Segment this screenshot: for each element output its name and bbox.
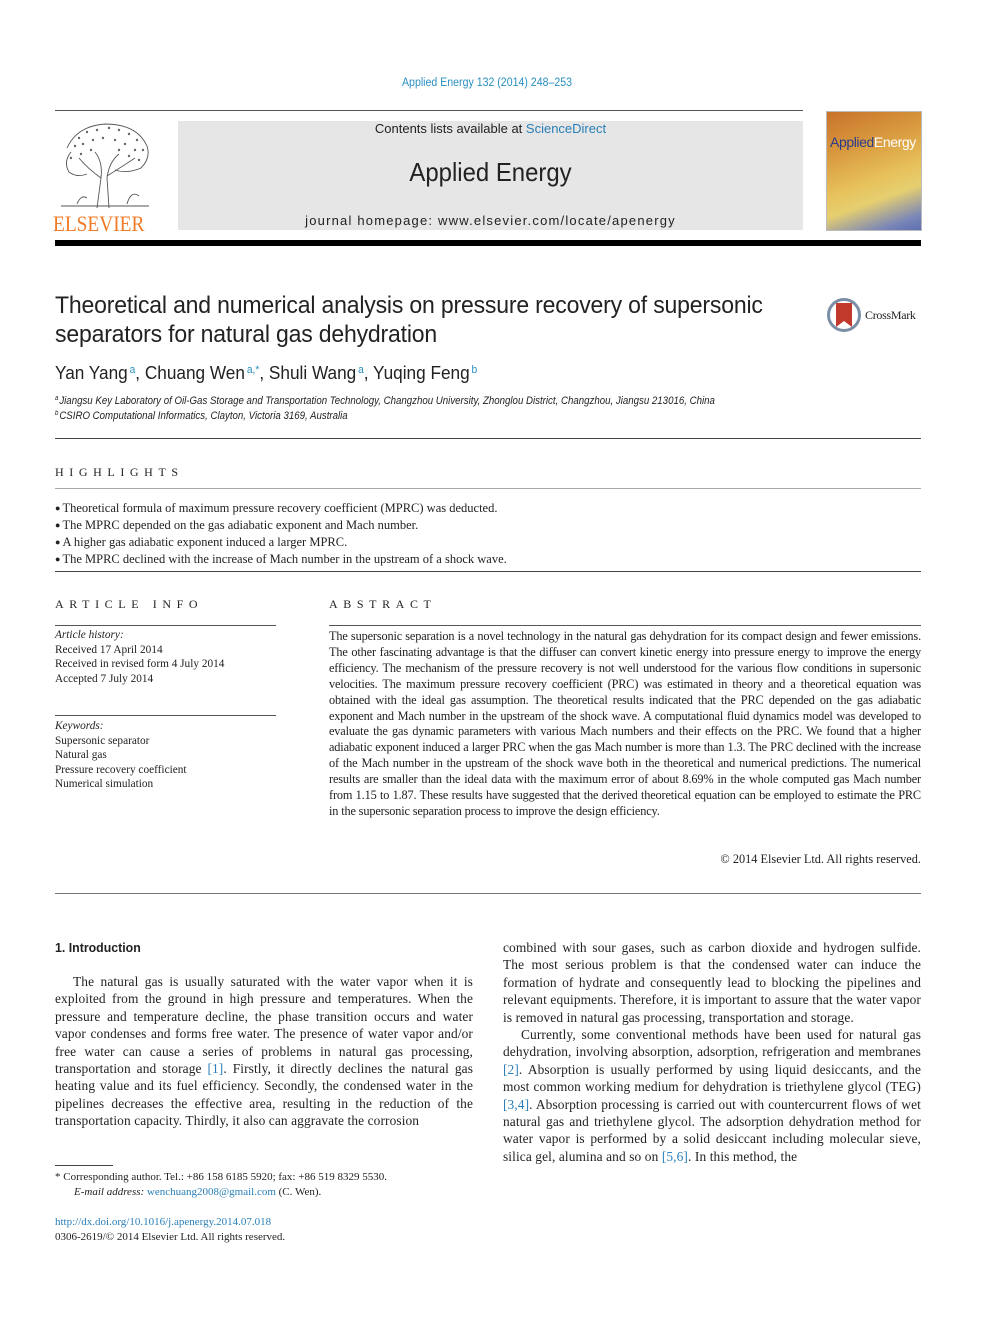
header-top-rule [55,110,803,111]
author-name[interactable]: Yan Yang [55,362,128,383]
sciencedirect-link[interactable]: ScienceDirect [526,121,606,136]
bullet-icon: ● [55,554,61,564]
highlight-item: ● The MPRC declined with the increase of … [55,552,507,566]
crossmark-label: CrossMark [865,308,916,322]
email-note: E-mail address: wenchuang2008@gmail.com … [74,1186,322,1198]
highlight-item: ● A higher gas adiabatic exponent induced… [55,535,348,549]
journal-cover-image: AppliedEnergy [826,111,922,231]
journal-title: Applied Energy [409,157,572,187]
contents-availability: Contents lists available at ScienceDirec… [178,121,803,136]
divider [55,625,276,626]
body-column-right: combined with sour gases, such as carbon… [503,939,921,1165]
author-affil-marker[interactable]: b [472,364,478,376]
author-affil-marker[interactable]: a,* [247,364,260,376]
affiliation-b: bCSIRO Computational Informatics, Clayto… [55,410,348,422]
author-name[interactable]: Chuang Wen [145,362,245,383]
abstract-copyright: © 2014 Elsevier Ltd. All rights reserved… [720,852,921,866]
author-affil-marker[interactable]: a [130,364,136,376]
cover-title: AppliedEnergy [830,134,916,150]
abstract-heading: ABSTRACT [329,597,437,611]
article-history-label: Article history: [55,629,124,641]
author-list: Yan Yang a, Chuang Wen a,*, Shuli Wang a, Y… [55,362,478,383]
keywords-label: Keywords: [55,720,104,732]
affiliation-a: aJiangsu Key Laboratory of Oil-Gas Stora… [55,395,715,407]
highlights-list: ● Theoretical formula of maximum pressure… [55,500,507,568]
keyword-item: Pressure recovery coefficient [55,763,187,776]
keyword-item: Supersonic separator [55,734,150,747]
history-entry: Accepted 7 July 2014 [55,672,154,685]
elsevier-wordmark: ELSEVIER [53,211,145,236]
issn-copyright: 0306-2619/© 2014 Elsevier Ltd. All right… [55,1231,286,1243]
author-name[interactable]: Yuqing Feng [373,362,470,383]
journal-masthead: Contents lists available at ScienceDirec… [178,121,803,230]
journal-homepage-link[interactable]: journal homepage: www.elsevier.com/locat… [178,213,803,228]
elsevier-logo: ELSEVIER [53,118,155,236]
crossmark-icon [827,298,861,332]
citation-link[interactable]: [1] [207,1061,223,1076]
keyword-item: Numerical simulation [55,778,154,790]
highlights-heading: HIGHLIGHTS [55,465,184,479]
divider [55,488,921,489]
divider [55,438,921,439]
article-title: Theoretical and numerical analysis on pr… [55,292,763,348]
bullet-icon: ● [55,503,61,513]
highlight-item: ● Theoretical formula of maximum pressure… [55,501,498,515]
history-entry: Received in revised form 4 July 2014 [55,658,225,670]
article-info-heading: ARTICLE INFO [55,597,204,611]
elsevier-tree-icon [61,123,149,209]
paragraph: Currently, some conventional methods hav… [503,1027,921,1164]
corresponding-author-note: * Corresponding author. Tel.: +86 158 61… [55,1171,387,1183]
bullet-icon: ● [55,537,61,547]
paragraph: The natural gas is usually saturated wit… [55,974,473,1129]
divider [55,715,276,716]
author-name[interactable]: Shuli Wang [269,362,356,383]
footnote-rule [55,1165,113,1166]
citation-link[interactable]: [3,4] [503,1097,529,1112]
paragraph: combined with sour gases, such as carbon… [503,940,921,1025]
bullet-icon: ● [55,520,61,530]
keyword-item: Natural gas [55,749,107,761]
divider [55,571,921,572]
highlight-item: ● The MPRC depended on the gas adiabatic … [55,518,419,532]
crossmark-button[interactable]: CrossMark [827,297,927,333]
doi-link[interactable]: http://dx.doi.org/10.1016/j.apenergy.201… [55,1216,271,1228]
divider [55,893,921,894]
journal-reference-link[interactable]: Applied Energy 132 (2014) 248–253 [39,77,935,89]
body-column-left: The natural gas is usually saturated wit… [55,973,473,1130]
section-heading-introduction: 1. Introduction [55,940,141,955]
contents-prefix: Contents lists available at [374,121,526,136]
header-thick-rule [55,240,921,246]
citation-link[interactable]: [2] [503,1062,519,1077]
citation-link[interactable]: [5,6] [662,1149,688,1164]
divider [329,625,921,626]
keywords: Keywords: Supersonic separator Natural g… [55,719,187,792]
email-link[interactable]: wenchuang2008@gmail.com [147,1186,276,1198]
author-affil-marker[interactable]: a [358,364,364,376]
article-history: Article history: Received 17 April 2014 … [55,628,224,686]
history-entry: Received 17 April 2014 [55,643,163,656]
abstract-text: The supersonic separation is a novel tec… [329,629,921,818]
